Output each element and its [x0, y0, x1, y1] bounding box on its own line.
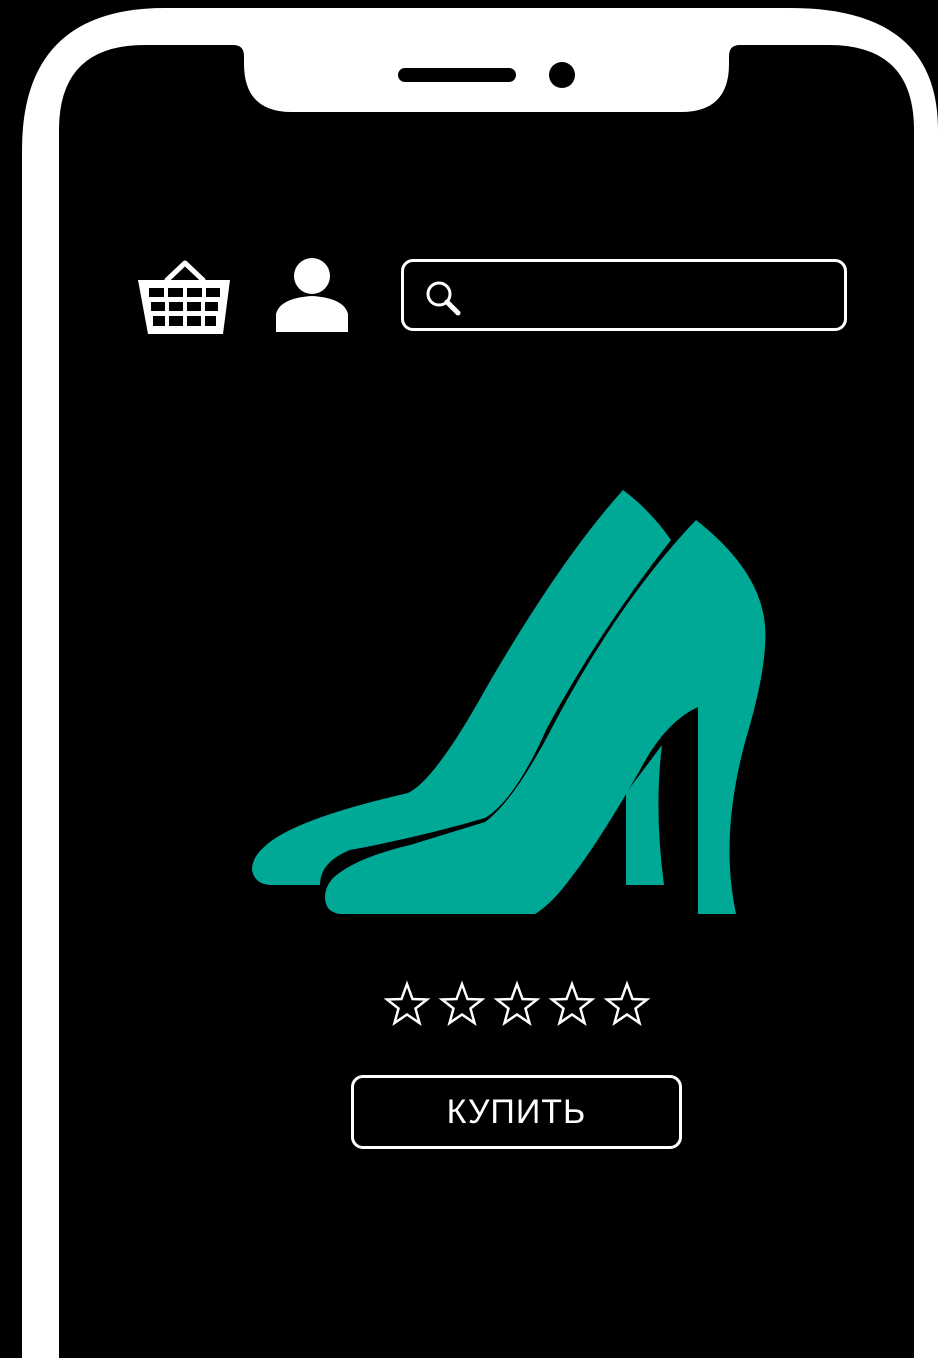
speaker-slot — [398, 68, 516, 82]
magnifier-icon — [426, 281, 461, 316]
star-outline-icon[interactable] — [380, 978, 435, 1032]
rating-stars — [380, 978, 660, 1032]
search-input[interactable] — [474, 272, 838, 320]
buy-button[interactable]: КУПИТЬ — [351, 1075, 682, 1149]
basket-icon[interactable] — [134, 258, 232, 338]
front-camera — [549, 62, 575, 88]
star-outline-icon[interactable] — [600, 978, 655, 1032]
star-outline-icon[interactable] — [545, 978, 600, 1032]
star-outline-icon[interactable] — [490, 978, 545, 1032]
user-icon[interactable] — [272, 256, 352, 336]
search-bar[interactable] — [401, 259, 847, 331]
phone-screen: КУПИТЬ — [0, 0, 938, 1358]
star-outline-icon[interactable] — [435, 978, 490, 1032]
high-heel-shoes-icon[interactable] — [240, 480, 780, 925]
